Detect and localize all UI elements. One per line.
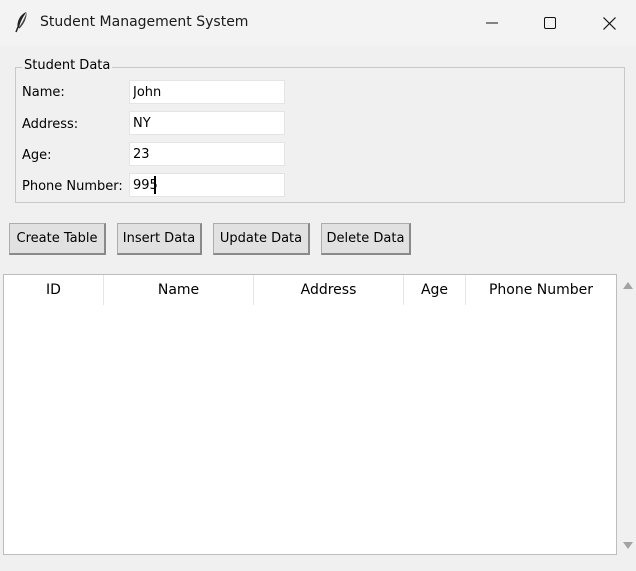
column-header-phone-number[interactable]: Phone Number	[466, 275, 616, 305]
minimize-icon	[486, 22, 498, 24]
phone-number-field[interactable]	[129, 173, 285, 197]
text-cursor	[154, 176, 156, 194]
age-label: Age:	[22, 148, 52, 163]
maximize-button[interactable]	[521, 0, 579, 46]
title-bar[interactable]: Student Management System	[0, 0, 636, 46]
student-table[interactable]: ID Name Address Age Phone Number	[3, 274, 617, 555]
column-header-id[interactable]: ID	[4, 275, 104, 305]
table-header: ID Name Address Age Phone Number	[4, 275, 616, 305]
table-body[interactable]	[4, 305, 616, 554]
minimize-button[interactable]	[463, 0, 521, 46]
delete-data-button[interactable]: Delete Data	[321, 223, 411, 255]
frame-title: Student Data	[22, 58, 113, 73]
address-label: Address:	[22, 117, 79, 132]
age-field[interactable]	[129, 142, 285, 166]
insert-data-button[interactable]: Insert Data	[117, 223, 202, 255]
name-field[interactable]	[129, 80, 285, 104]
maximize-icon	[544, 17, 556, 29]
close-button[interactable]	[580, 0, 636, 46]
client-area: Student Data Name: Address: Age: Phone N…	[0, 46, 636, 571]
column-header-name[interactable]: Name	[104, 275, 254, 305]
name-label: Name:	[22, 85, 65, 100]
address-field[interactable]	[129, 111, 285, 135]
column-header-age[interactable]: Age	[404, 275, 466, 305]
update-data-button[interactable]: Update Data	[213, 223, 310, 255]
close-icon	[602, 16, 616, 30]
phone-number-label: Phone Number:	[22, 179, 123, 194]
vertical-scrollbar[interactable]	[620, 274, 636, 555]
window-title: Student Management System	[40, 14, 249, 30]
scroll-up-icon[interactable]	[623, 282, 633, 289]
feather-icon	[15, 12, 27, 33]
column-header-address[interactable]: Address	[254, 275, 404, 305]
scroll-down-icon[interactable]	[623, 542, 633, 549]
create-table-button[interactable]: Create Table	[9, 223, 106, 255]
app-window: Student Management System Student Data N…	[0, 0, 636, 571]
